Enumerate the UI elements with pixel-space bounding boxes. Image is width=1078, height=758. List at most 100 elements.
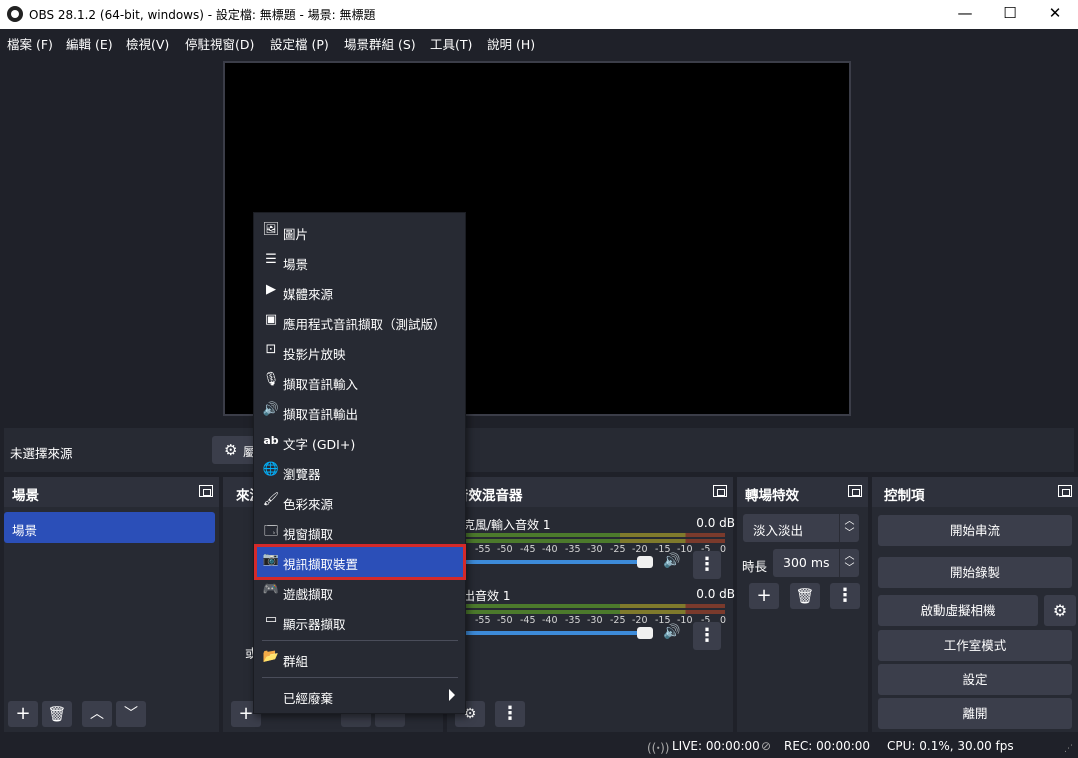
menu-separator	[262, 640, 458, 641]
menu-view[interactable]: 檢視(V)	[126, 34, 169, 53]
minimize-button[interactable]: —	[942, 0, 988, 29]
add-scene-button[interactable]: +	[8, 701, 38, 727]
menu-item-window-capture[interactable]: 🗔 視窗擷取	[257, 517, 463, 547]
undock-icon[interactable]	[848, 485, 862, 497]
menu-item-browser[interactable]: 🌐 瀏覽器	[257, 457, 463, 487]
settings-button[interactable]: 設定	[878, 664, 1072, 695]
menu-item-video-capture-device[interactable]: 📷 視訊擷取裝置	[254, 544, 466, 580]
source-toolbar: 未選擇來源 ⚙ 屬	[4, 428, 1074, 472]
duration-spinbox[interactable]: 300 ms ︿ ﹀	[773, 549, 859, 577]
rec-status: REC: 00:00:00	[784, 739, 871, 753]
undock-icon[interactable]	[713, 485, 727, 497]
transitions-dock: 轉場特效 淡入淡出 ︿ ﹀ 時長 300 ms ︿ ﹀ + 🗑 ⋮	[737, 477, 868, 732]
network-icon: ((ꞏ))	[647, 741, 670, 755]
menu-item-deprecated[interactable]: 已經廢棄	[257, 681, 463, 711]
list-icon: ☰	[265, 252, 277, 267]
menu-file[interactable]: 檔案 (F)	[7, 34, 53, 53]
transition-select[interactable]: 淡入淡出 ︿ ﹀	[743, 514, 859, 542]
volume-slider-handle[interactable]	[637, 627, 653, 639]
menu-item-media-source[interactable]: ▶ 媒體來源	[257, 277, 463, 307]
spinner-arrows-icon: ︿ ﹀	[839, 549, 859, 577]
globe-icon: 🌐	[262, 462, 280, 477]
speaker-icon: 🔊	[262, 402, 280, 417]
no-source-selected-label: 未選擇來源	[10, 446, 73, 461]
menu-item-audio-output-capture[interactable]: 🔊 擷取音訊輸出	[257, 397, 463, 427]
volume-slider[interactable]	[463, 631, 653, 635]
status-bar: ((ꞏ)) LIVE: 00:00:00 ⊘ REC: 00:00:00 CPU…	[0, 734, 1078, 758]
scene-list-item[interactable]: 場景	[4, 512, 215, 543]
add-source-context-menu: 🖼 圖片 ☰ 場景 ▶ 媒體來源 ▣ 應用程式音訊擷取（測試版） ⊡ 投影片放映…	[253, 212, 466, 714]
track-db: 0.0 dB	[696, 587, 735, 601]
move-scene-up-button[interactable]: ︿	[82, 701, 112, 727]
camera-icon: 📷	[262, 552, 280, 567]
close-button[interactable]: ✕	[1032, 0, 1078, 29]
submenu-arrow-icon	[449, 689, 455, 701]
monitor-icon: ▭	[264, 612, 278, 627]
trash-icon: 🗑	[795, 587, 815, 605]
record-icon: ⊘	[761, 739, 772, 753]
exit-button[interactable]: 離開	[878, 698, 1072, 729]
chevron-up-icon: ︿	[90, 706, 104, 722]
menu-help[interactable]: 說明 (H)	[487, 34, 535, 53]
title-bar: OBS 28.1.2 (64-bit, windows) - 設定檔: 無標題 …	[0, 0, 1078, 29]
image-icon: 🖼	[262, 222, 280, 237]
resize-grip-icon[interactable]: ⋰	[1064, 744, 1073, 754]
virtual-camera-settings-button[interactable]: ⚙	[1044, 595, 1076, 626]
duration-label: 時長	[742, 559, 768, 574]
scenes-dock: 場景 場景 + 🗑 ︿ ﹀	[4, 477, 219, 732]
undock-icon[interactable]	[199, 485, 213, 497]
transitions-title: 轉場特效	[745, 488, 799, 504]
maximize-button[interactable]: ☐	[987, 0, 1033, 29]
trash-icon: 🗑	[47, 705, 67, 723]
menu-docks[interactable]: 停駐視窗(D)	[185, 34, 254, 53]
start-streaming-button[interactable]: 開始串流	[878, 515, 1072, 546]
chevron-down-icon: ﹀	[124, 706, 138, 722]
menu-item-image[interactable]: 🖼 圖片	[257, 217, 463, 247]
move-scene-down-button[interactable]: ﹀	[116, 701, 146, 727]
remove-scene-button[interactable]: 🗑	[42, 701, 72, 727]
undock-icon[interactable]	[1058, 485, 1072, 497]
studio-mode-button[interactable]: 工作室模式	[878, 630, 1072, 661]
volume-slider-handle[interactable]	[637, 556, 653, 568]
menu-item-audio-input-capture[interactable]: 🎙 擷取音訊輸入	[257, 367, 463, 397]
spinner-arrows-icon: ︿ ﹀	[839, 514, 859, 542]
track-options-button[interactable]: ⋮	[693, 622, 721, 650]
menu-item-scene[interactable]: ☰ 場景	[257, 247, 463, 277]
menu-profile[interactable]: 設定檔 (P)	[270, 34, 329, 53]
slideshow-icon: ⊡	[265, 342, 277, 357]
menu-item-group[interactable]: 📂 群組	[257, 644, 463, 674]
volume-slider[interactable]	[463, 560, 653, 564]
level-meter	[463, 539, 725, 543]
brush-icon: 🖌	[262, 492, 280, 507]
mixer-menu-button[interactable]: ⋮	[495, 701, 525, 727]
menu-tools[interactable]: 工具(T)	[430, 34, 472, 53]
start-recording-button[interactable]: 開始錄製	[878, 557, 1072, 588]
scenes-title: 場景	[12, 488, 39, 504]
menu-item-app-audio-capture[interactable]: ▣ 應用程式音訊擷取（測試版）	[257, 307, 463, 337]
menu-edit[interactable]: 編輯 (E)	[66, 34, 113, 53]
level-meter	[463, 604, 725, 608]
microphone-icon: 🎙	[262, 372, 280, 387]
folder-icon: 📂	[262, 649, 280, 664]
window-title: OBS 28.1.2 (64-bit, windows) - 設定檔: 無標題 …	[29, 8, 376, 22]
menu-item-text-gdi[interactable]: ab 文字 (GDI+)	[257, 427, 463, 457]
menu-bar: 檔案 (F) 編輯 (E) 檢視(V) 停駐視窗(D) 設定檔 (P) 場景群組…	[0, 29, 1078, 55]
menu-item-color-source[interactable]: 🖌 色彩來源	[257, 487, 463, 517]
menu-scene-collection[interactable]: 場景群組 (S)	[344, 34, 416, 53]
speaker-icon[interactable]: 🔊	[663, 553, 680, 569]
speaker-icon[interactable]: 🔊	[663, 624, 680, 640]
controls-dock: 控制項 開始串流 開始錄製 啟動虛擬相機 ⚙ 工作室模式 設定 離開	[872, 477, 1078, 732]
window-icon: 🗔	[263, 524, 279, 539]
transition-menu-button[interactable]: ⋮	[830, 583, 860, 609]
add-transition-button[interactable]: +	[749, 583, 779, 609]
menu-item-game-capture[interactable]: 🎮 遊戲擷取	[257, 577, 463, 607]
text-icon: ab	[263, 434, 279, 447]
track-options-button[interactable]: ⋮	[693, 551, 721, 579]
menu-item-slideshow[interactable]: ⊡ 投影片放映	[257, 337, 463, 367]
menu-item-display-capture[interactable]: ▭ 顯示器擷取	[257, 607, 463, 637]
start-virtual-camera-button[interactable]: 啟動虛擬相機	[878, 595, 1038, 626]
remove-transition-button[interactable]: 🗑	[790, 583, 820, 609]
live-status: LIVE: 00:00:00	[672, 739, 760, 753]
level-meter	[463, 533, 725, 537]
gear-icon: ⚙	[224, 441, 238, 459]
